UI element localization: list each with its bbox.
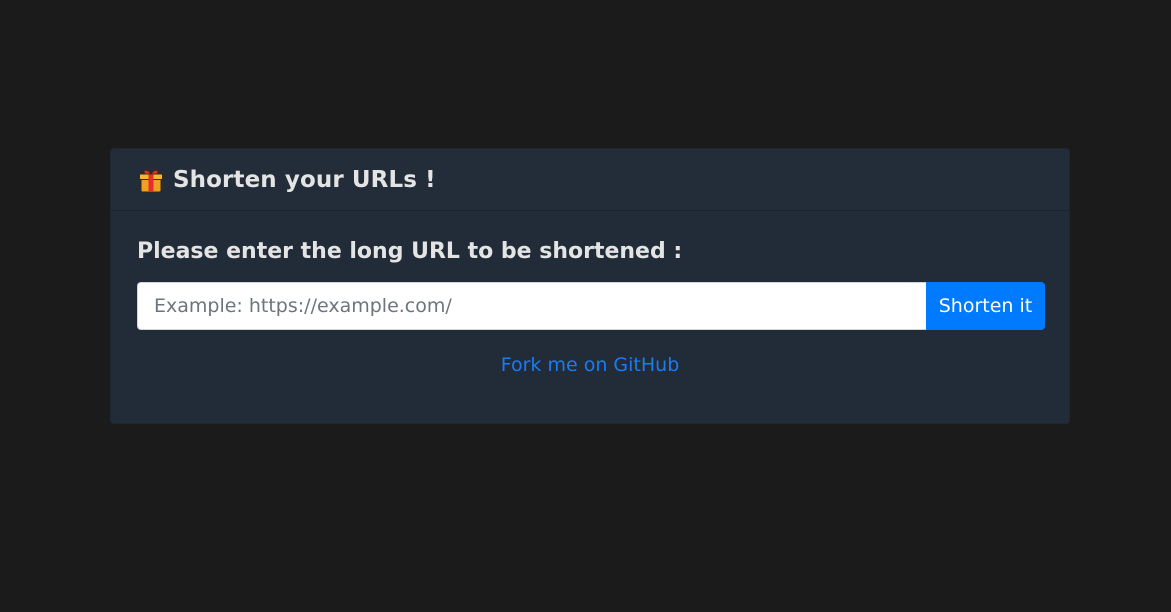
- shorten-button[interactable]: Shorten it: [926, 282, 1045, 330]
- url-input[interactable]: [137, 282, 926, 330]
- url-input-group: Shorten it: [137, 282, 1045, 330]
- gift-icon: [139, 167, 163, 193]
- url-prompt-label: Please enter the long URL to be shortene…: [137, 239, 683, 264]
- card-body: Please enter the long URL to be shortene…: [111, 211, 1069, 376]
- shortener-card: Shorten your URLs ! Please enter the lon…: [110, 148, 1070, 424]
- card-title: Shorten your URLs !: [173, 166, 436, 193]
- github-link[interactable]: Fork me on GitHub: [137, 354, 1043, 376]
- card-header: Shorten your URLs !: [111, 149, 1069, 211]
